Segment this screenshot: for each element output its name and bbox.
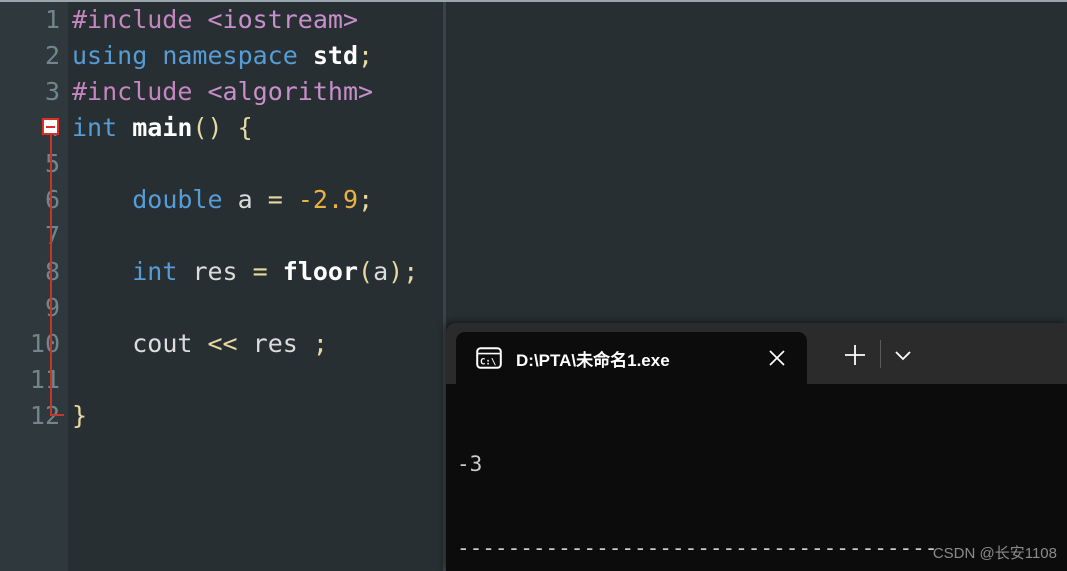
watermark-text: CSDN @长安1108: [932, 545, 1057, 562]
code-token: floor: [282, 257, 359, 286]
chevron-down-icon[interactable]: [890, 345, 916, 365]
console-cmd-icon: C:\: [476, 347, 502, 369]
code-token: using: [72, 41, 148, 70]
code-fold-collapse-icon[interactable]: [42, 118, 59, 135]
line-number: 3: [44, 77, 60, 106]
line-number: 9: [44, 293, 60, 322]
code-token: namespace: [162, 41, 298, 70]
terminal-tab-title: D:\PTA\未命名1.exe: [516, 350, 670, 370]
code-token: cout: [132, 329, 193, 358]
editor-gutter: 1 2 3 4 5 6 7 8 9 10 11 12: [0, 2, 68, 571]
code-token: int: [132, 257, 178, 286]
terminal-titlebar[interactable]: C:\ D:\PTA\未命名1.exe: [446, 323, 1067, 384]
code-token: main: [132, 113, 193, 142]
code-line: #include <algorithm>: [72, 74, 1067, 110]
code-line: double a = -2.9;: [72, 182, 1067, 218]
line-number: 10: [29, 329, 60, 358]
code-token: {: [237, 113, 253, 142]
line-number: 1: [44, 5, 60, 34]
code-line: #include <iostream>: [72, 2, 1067, 38]
code-token: (): [192, 113, 223, 142]
line-number: 5: [44, 149, 60, 178]
code-token: ): [388, 257, 404, 286]
code-token: #include: [72, 77, 193, 106]
code-token: (: [358, 257, 374, 286]
code-token: std: [312, 41, 359, 70]
code-token: -2.9: [297, 185, 359, 214]
code-token: ;: [358, 185, 374, 214]
code-line: int main() {: [72, 110, 1067, 146]
code-line: int res = floor(a);: [72, 254, 1067, 290]
code-token: #include: [72, 5, 193, 34]
line-number: 8: [44, 257, 60, 286]
code-token: <algorithm>: [207, 77, 374, 106]
line-number: 2: [44, 41, 60, 70]
code-token: double: [132, 185, 223, 214]
terminal-output-line: -3: [457, 452, 483, 476]
code-token: res: [192, 257, 238, 286]
svg-text:C:\: C:\: [480, 358, 496, 368]
line-number: 11: [29, 365, 60, 394]
code-token: =: [252, 257, 268, 286]
close-icon[interactable]: [765, 346, 789, 370]
code-fold-range-foot: [49, 414, 64, 416]
terminal-window[interactable]: C:\ D:\PTA\未命名1.exe -3 -----------------…: [446, 323, 1067, 571]
code-fold-range-line: [49, 135, 52, 416]
code-line: using namespace std;: [72, 38, 1067, 74]
line-number: 6: [44, 185, 60, 214]
code-token: <<: [207, 329, 238, 358]
code-token: int: [72, 113, 118, 142]
code-token: ;: [358, 41, 374, 70]
line-number: 7: [44, 221, 60, 250]
code-token: a: [237, 185, 253, 214]
toolbar-divider: [880, 340, 881, 368]
code-token: a: [373, 257, 389, 286]
terminal-tab-active[interactable]: C:\ D:\PTA\未命名1.exe: [456, 332, 807, 384]
code-token: <iostream>: [207, 5, 358, 34]
line-number: 12: [29, 401, 60, 430]
code-token: ;: [312, 329, 328, 358]
code-token: res: [252, 329, 298, 358]
code-token: =: [267, 185, 283, 214]
code-token: }: [72, 401, 88, 430]
code-token: ;: [403, 257, 419, 286]
new-tab-plus-icon[interactable]: [842, 342, 868, 368]
